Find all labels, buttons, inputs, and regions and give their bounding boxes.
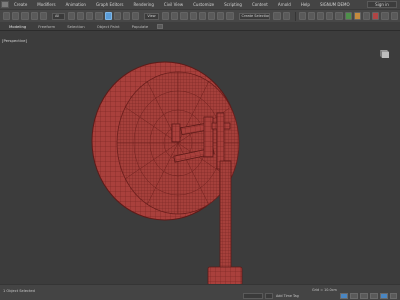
go-to-end-icon[interactable] — [370, 293, 378, 299]
spinner-snap-icon[interactable] — [217, 12, 225, 20]
toggle-ribbon-icon[interactable] — [317, 12, 325, 20]
tab-selection[interactable]: Selection — [61, 24, 91, 29]
menu-customize[interactable]: Customize — [188, 2, 219, 7]
menu-scripting[interactable]: Scripting — [219, 2, 247, 7]
menu-content[interactable]: Content — [247, 2, 273, 7]
edit-named-selection-icon[interactable] — [226, 12, 234, 20]
toolbar-divider — [294, 11, 296, 21]
select-manipulate-icon[interactable] — [171, 12, 179, 20]
ribbon-minimize-toggle[interactable] — [157, 23, 164, 29]
render-in-cloud-icon[interactable] — [381, 12, 389, 20]
coordinate-x-field[interactable] — [243, 293, 263, 299]
select-by-name-icon[interactable] — [77, 12, 85, 20]
sign-in-button[interactable]: Sign in — [367, 1, 397, 8]
select-and-place-icon[interactable] — [132, 12, 140, 20]
viewport-scene — [91, 61, 243, 284]
menu-arnold[interactable]: Arnold — [273, 2, 296, 7]
rendered-frame-window-icon[interactable] — [363, 12, 371, 20]
coordinate-y-field[interactable] — [265, 293, 273, 299]
render-setup-icon[interactable] — [353, 12, 362, 20]
layer-explorer-icon[interactable] — [307, 12, 316, 20]
link-icon[interactable] — [21, 12, 29, 20]
select-and-rotate-icon[interactable] — [113, 12, 121, 20]
render-production-icon[interactable] — [372, 12, 380, 20]
curve-editor-icon[interactable] — [326, 12, 334, 20]
stand-pole-mesh — [219, 160, 232, 272]
ribbon-tabs: Modeling Freeform Selection Object Paint… — [0, 22, 400, 30]
zoom-extents-icon[interactable] — [390, 293, 397, 299]
material-editor-icon[interactable] — [344, 12, 352, 20]
tab-freeform[interactable]: Freeform — [32, 24, 61, 29]
menu-bar: Create Modifiers Animation Graph Editors… — [0, 0, 400, 9]
percent-snap-icon[interactable] — [207, 12, 216, 20]
align-icon[interactable] — [282, 12, 290, 20]
reference-coordinate-select[interactable]: View — [144, 12, 160, 20]
pivot-center-icon[interactable] — [162, 12, 170, 20]
app-logo-icon[interactable] — [1, 1, 9, 8]
menu-signum-demo[interactable]: SIGNUM DEMO — [315, 2, 355, 7]
menu-create[interactable]: Create — [9, 2, 32, 7]
menu-rendering[interactable]: Rendering — [128, 2, 158, 7]
menu-graph-editors[interactable]: Graph Editors — [91, 2, 128, 7]
menu-civil-view[interactable]: Civil View — [159, 2, 188, 7]
undo-icon[interactable] — [3, 12, 11, 20]
a360-gallery-icon[interactable] — [390, 12, 398, 20]
schematic-view-icon[interactable] — [335, 12, 343, 20]
perspective-viewport[interactable]: [Perspective] — [0, 30, 400, 284]
keyboard-shortcut-override-icon[interactable] — [180, 12, 188, 20]
auto-key-button[interactable] — [340, 293, 348, 299]
tab-modeling[interactable]: Modeling — [3, 24, 32, 29]
grid-size-text: Grid = 10.0cm — [312, 288, 337, 292]
status-bar: 1 Object Selected Grid = 10.0cm Add Time… — [0, 284, 400, 300]
angle-snap-icon[interactable] — [198, 12, 206, 20]
play-icon[interactable] — [360, 293, 368, 299]
select-and-move-icon[interactable] — [104, 12, 112, 20]
selection-status-text: 1 Object Selected — [3, 289, 35, 293]
window-crossing-icon[interactable] — [95, 12, 103, 20]
scene-explorer-icon[interactable] — [298, 12, 306, 20]
menu-modifiers[interactable]: Modifiers — [32, 2, 60, 7]
go-to-start-icon[interactable] — [350, 293, 358, 299]
mirror-icon[interactable] — [273, 12, 281, 20]
select-and-scale-icon[interactable] — [122, 12, 131, 20]
tab-populate[interactable]: Populate — [126, 24, 155, 29]
unlink-icon[interactable] — [30, 12, 38, 20]
snaps-toggle-icon[interactable] — [189, 12, 197, 20]
redo-icon[interactable] — [12, 12, 20, 20]
selection-filter-select[interactable]: All — [51, 12, 65, 20]
main-toolbar: All View Create Selection Se — [0, 9, 400, 22]
stand-base-mesh — [207, 266, 243, 284]
named-selection-set-input[interactable]: Create Selection Se — [238, 12, 271, 20]
menu-animation[interactable]: Animation — [61, 2, 91, 7]
rectangular-selection-icon[interactable] — [86, 12, 94, 20]
maximize-viewport-icon[interactable] — [380, 293, 388, 299]
select-object-icon[interactable] — [67, 12, 76, 20]
menu-help[interactable]: Help — [296, 2, 315, 7]
bind-space-warp-icon[interactable] — [39, 12, 47, 20]
tab-object-paint[interactable]: Object Paint — [91, 24, 126, 29]
add-time-tag-button[interactable]: Add Time Tag — [276, 294, 299, 298]
viewport-label[interactable]: [Perspective] — [2, 38, 27, 43]
viewcube-icon[interactable] — [377, 47, 391, 59]
